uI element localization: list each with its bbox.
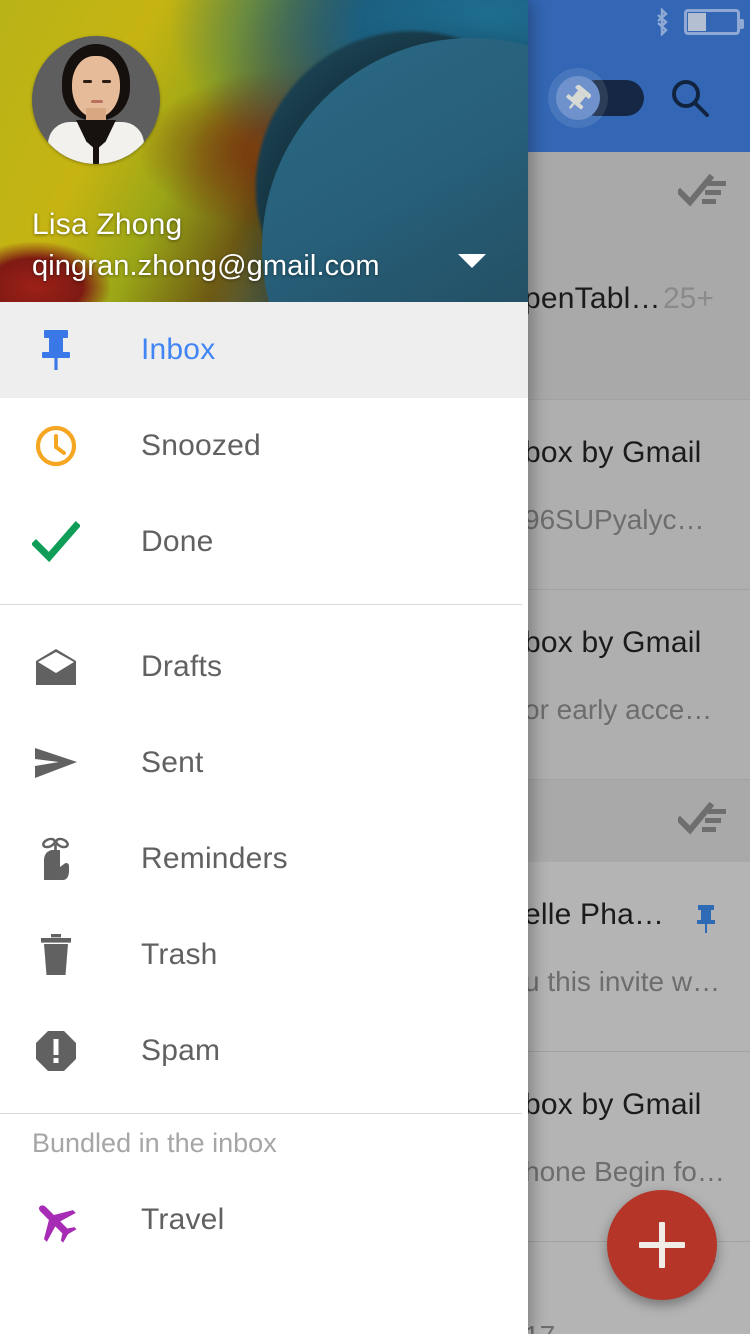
sidebar-item-drafts[interactable]: Drafts [0,619,528,715]
trash-icon [32,931,80,979]
reminder-finger-icon [32,835,80,883]
check-icon [32,518,80,566]
account-header[interactable]: Lisa Zhong qingran.zhong@gmail.com [0,0,528,302]
sidebar-item-travel[interactable]: Travel [0,1172,528,1268]
account-email: qingran.zhong@gmail.com [32,250,380,282]
navigation-drawer: Lisa Zhong qingran.zhong@gmail.com Inbox [0,0,528,1334]
clock-icon [32,422,80,470]
screen: penTabl… 25+ box by Gmail 96SUPyalyc… bo… [0,0,750,1334]
pin-icon [32,326,80,374]
sidebar-item-reminders[interactable]: Reminders [0,811,528,907]
chevron-down-icon[interactable] [458,254,486,268]
sidebar-item-label: Snoozed [141,429,261,462]
spam-octagon-icon [32,1027,80,1075]
sidebar-item-label: Sent [141,746,204,779]
sidebar-item-snoozed[interactable]: Snoozed [0,398,528,494]
drawer-nav-list: Inbox Snoozed Done Drafts Sent Reminders… [0,302,528,1268]
sidebar-item-label: Drafts [141,650,223,683]
sidebar-item-label: Reminders [141,842,288,875]
sidebar-item-sent[interactable]: Sent [0,715,528,811]
sidebar-item-inbox[interactable]: Inbox [0,302,528,398]
send-icon [32,739,80,787]
bundles-section-header: Bundled in the inbox [32,1127,277,1158]
sidebar-item-label: Spam [141,1034,221,1067]
account-name: Lisa Zhong [32,208,183,241]
sidebar-item-done[interactable]: Done [0,494,528,590]
draft-envelope-icon [32,643,80,691]
sidebar-item-trash[interactable]: Trash [0,907,528,1003]
sidebar-item-label: Trash [141,938,218,971]
avatar[interactable] [32,36,160,164]
sidebar-item-label: Travel [141,1203,225,1236]
sidebar-item-label: Done [141,525,214,558]
sidebar-item-spam[interactable]: Spam [0,1003,528,1099]
airplane-icon [32,1196,80,1244]
sidebar-item-label: Inbox [141,333,216,366]
